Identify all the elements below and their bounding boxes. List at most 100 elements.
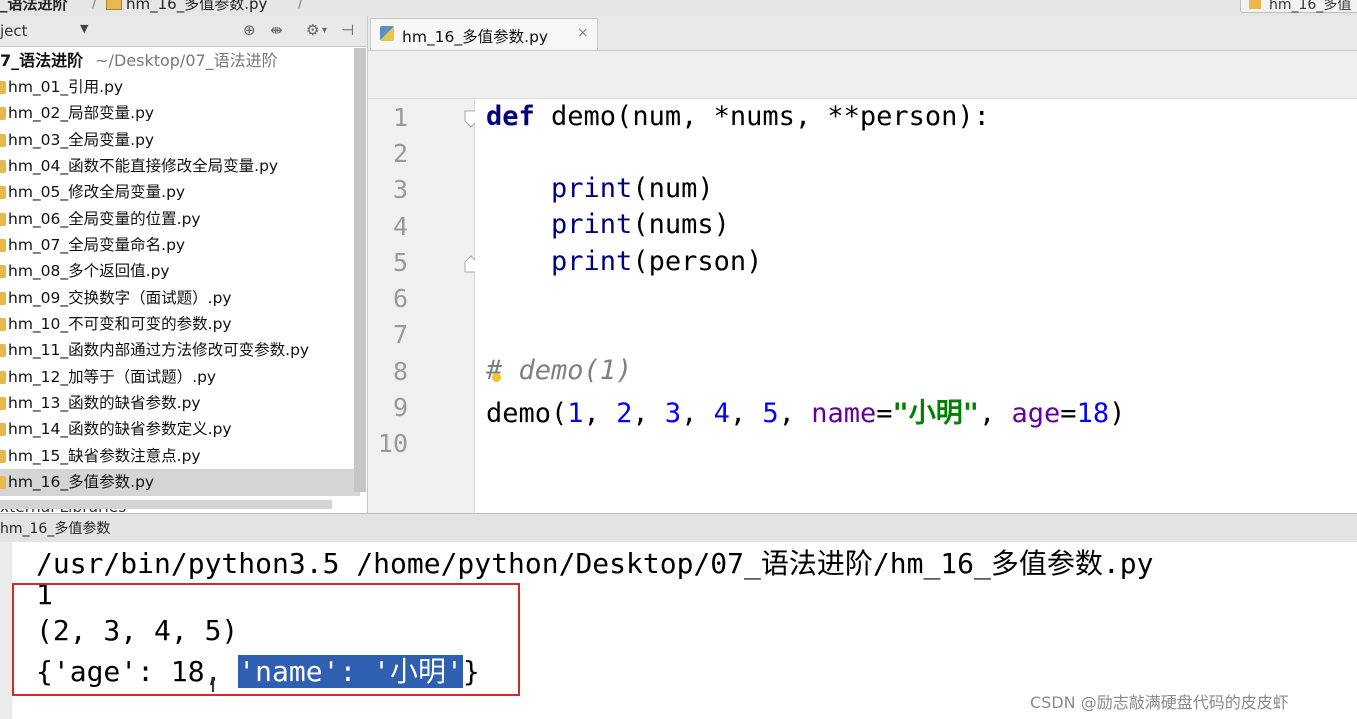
file-item[interactable]: hm_02_局部变量.py <box>0 100 360 126</box>
file-item[interactable]: hm_13_函数的缺省参数.py <box>0 390 360 416</box>
file-list: hm_01_引用.py hm_02_局部变量.py hm_03_全局变量.py … <box>0 74 360 496</box>
file-item[interactable]: hm_12_加等于（面试题）.py <box>0 364 360 390</box>
python-file-icon <box>106 0 122 10</box>
python-file-icon <box>0 370 6 384</box>
project-vertical-scrollbar[interactable] <box>354 48 366 492</box>
navigation-bar: _语法进阶 / hm_16_多值参数.py / hm_16_多值 <box>0 0 1357 16</box>
keyword-argument: age <box>1011 398 1061 429</box>
gear-dropdown-icon[interactable]: ▾ <box>322 25 327 36</box>
close-paren: ) <box>1109 398 1126 429</box>
python-file-icon <box>0 186 6 200</box>
file-name: hm_11_函数内部通过方法修改可变参数.py <box>8 341 310 360</box>
line-number: 5 <box>392 248 408 277</box>
python-file-icon <box>0 133 6 147</box>
call-args: (person) <box>632 246 763 277</box>
call-name: demo( <box>486 398 568 429</box>
breadcrumb-file[interactable]: hm_16_多值参数.py <box>126 0 267 14</box>
editor-tab-strip: hm_16_多值参数.py × <box>368 16 1357 51</box>
code-line: def demo(num, *nums, **person): <box>486 101 990 132</box>
line-number: 7 <box>392 320 408 349</box>
print-builtin: print <box>551 246 633 277</box>
call-args: (num) <box>632 173 714 204</box>
line-number: 2 <box>392 139 408 168</box>
crosshair-icon[interactable]: ⊕ <box>243 21 256 39</box>
close-icon[interactable]: × <box>577 25 589 41</box>
breadcrumb-folder[interactable]: _语法进阶 <box>0 0 68 14</box>
project-root[interactable]: 7_语法进阶 ~/Desktop/07_语法进阶 <box>0 48 278 74</box>
collapse-all-icon[interactable]: ⇼ <box>270 21 283 39</box>
python-file-icon <box>0 81 6 94</box>
code-editor[interactable]: def demo(num, *nums, **person): print(nu… <box>475 99 1357 513</box>
print-builtin: print <box>551 209 633 240</box>
top-right-tab[interactable]: hm_16_多值 <box>1240 0 1357 13</box>
chevron-down-icon[interactable]: ▼ <box>80 22 88 35</box>
file-name: hm_08_多个返回值.py <box>8 262 170 281</box>
file-item[interactable]: hm_09_交换数字（面试题）.py <box>0 285 360 311</box>
file-item[interactable]: hm_04_函数不能直接修改全局变量.py <box>0 153 360 179</box>
file-item[interactable]: hm_14_函数的缺省参数定义.py <box>0 416 360 442</box>
file-item[interactable]: hm_15_缺省参数注意点.py <box>0 443 360 469</box>
file-item[interactable]: hm_11_函数内部通过方法修改可变参数.py <box>0 337 360 363</box>
code-line-comment: # demo(1) <box>486 355 632 386</box>
editor-tab[interactable]: hm_16_多值参数.py × <box>370 18 598 50</box>
project-root-name: 7_语法进阶 <box>0 51 84 70</box>
call-args: (nums) <box>632 209 730 240</box>
python-file-icon <box>0 423 6 437</box>
comma: , <box>632 398 665 429</box>
file-name: hm_14_函数的缺省参数定义.py <box>8 420 232 439</box>
gear-icon[interactable]: ⚙ <box>306 21 319 39</box>
python-file-icon <box>0 291 6 305</box>
file-item[interactable]: hm_07_全局变量命名.py <box>0 232 360 258</box>
output-highlight-box <box>12 583 520 696</box>
python-file-icon <box>380 26 394 41</box>
equals: = <box>876 398 893 429</box>
def-keyword: def <box>486 101 535 132</box>
line-number: 1 <box>392 103 408 132</box>
top-right-tab-label: hm_16_多值 <box>1269 0 1352 13</box>
project-header: ject ▼ ⊕ ⇼ ⚙ ▾ ⊣ <box>0 16 367 47</box>
project-view-selector[interactable]: ject <box>0 22 28 40</box>
lightbulb-icon[interactable] <box>492 373 501 382</box>
python-file-icon <box>0 397 6 411</box>
file-item[interactable]: hm_10_不可变和可变的参数.py <box>0 311 360 337</box>
file-item-selected[interactable]: hm_16_多值参数.py <box>0 469 360 496</box>
file-name: hm_05_修改全局变量.py <box>8 183 186 202</box>
number-literal: 18 <box>1076 398 1110 429</box>
comment-text: demo(1) <box>502 355 633 386</box>
python-file-icon <box>0 449 6 463</box>
project-panel: ject ▼ ⊕ ⇼ ⚙ ▾ ⊣ 7_语法进阶 ~/Desktop/07_语法进阶… <box>0 16 368 513</box>
comma: , <box>729 398 763 429</box>
file-item[interactable]: hm_08_多个返回值.py <box>0 258 360 284</box>
code-line: print(num) <box>486 173 714 204</box>
file-item[interactable]: hm_06_全局变量的位置.py <box>0 206 360 232</box>
file-name: hm_03_全局变量.py <box>8 130 155 149</box>
python-file-icon <box>0 239 6 253</box>
code-line-current: demo(1, 2, 3, 4, 5, name="小明", age=18) <box>486 391 1125 430</box>
file-name: hm_09_交换数字（面试题）.py <box>8 288 232 307</box>
line-number: 6 <box>392 284 408 313</box>
comma: , <box>583 398 617 429</box>
number-literal: 2 <box>616 398 633 429</box>
comma: , <box>778 398 812 429</box>
run-config-title[interactable]: hm_16_多值参数 <box>0 518 110 538</box>
file-name: hm_12_加等于（面试题）.py <box>8 367 217 386</box>
hide-panel-icon[interactable]: ⊣ <box>341 21 354 39</box>
line-number-gutter: 1 2 3 4 5 6 7 8 9 10 <box>368 99 478 513</box>
line-number: 3 <box>392 175 408 204</box>
number-literal: 4 <box>713 398 730 429</box>
project-root-path: ~/Desktop/07_语法进阶 <box>95 51 278 70</box>
number-literal: 1 <box>567 398 584 429</box>
file-item[interactable]: hm_03_全局变量.py <box>0 127 360 153</box>
file-name: hm_04_函数不能直接修改全局变量.py <box>8 157 279 176</box>
line-number: 4 <box>392 212 408 241</box>
equals: = <box>1060 398 1077 429</box>
python-file-icon <box>0 212 6 226</box>
file-name: hm_06_全局变量的位置.py <box>8 209 201 228</box>
run-panel-header: hm_16_多值参数 <box>0 513 1357 543</box>
text-cursor-icon: I <box>210 673 216 697</box>
comma: , <box>681 398 714 429</box>
file-item[interactable]: hm_01_引用.py <box>0 74 360 100</box>
file-item[interactable]: hm_05_修改全局变量.py <box>0 179 360 205</box>
file-name: hm_10_不可变和可变的参数.py <box>8 315 232 334</box>
project-horizontal-scrollbar[interactable] <box>0 500 332 509</box>
